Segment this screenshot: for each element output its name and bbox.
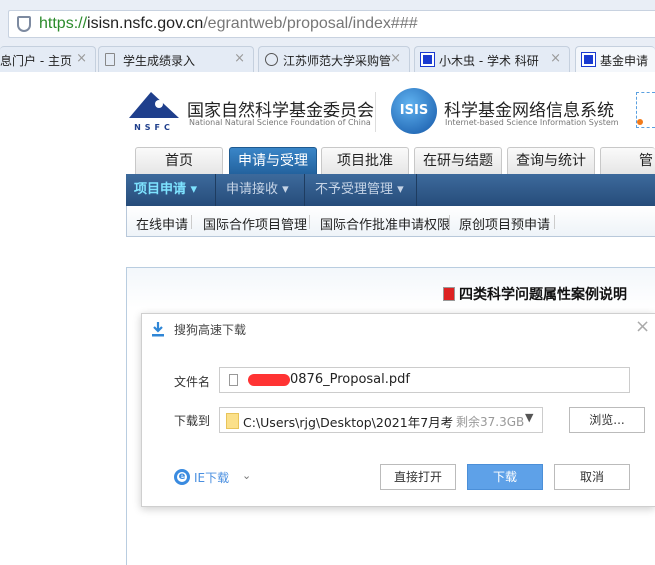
folder-icon — [226, 413, 239, 429]
site-favicon-icon — [581, 52, 596, 67]
link-original-preapply[interactable]: 原创项目预申请 — [459, 214, 550, 233]
sys-name-en: Internet-based Science Information Syste… — [445, 118, 619, 127]
close-icon[interactable]: × — [635, 316, 650, 337]
url-scheme: https:// — [39, 15, 88, 32]
divider — [449, 215, 450, 229]
dialog-title: 搜狗高速下载 — [174, 323, 247, 337]
pdf-link[interactable]: 四类科学问题属性案例说明 — [443, 284, 627, 304]
subnav-bar: 项目申请 ▾ 申请接收 ▾ 不予受理管理 ▾ — [126, 174, 655, 206]
free-space: 剩余37.3GB — [456, 415, 525, 429]
address-bar[interactable]: https://isisn.nsfc.gov.cn/egrantweb/prop… — [8, 10, 655, 38]
ie-download-link[interactable]: IE下载 — [194, 469, 229, 486]
browser-tab[interactable]: 息门户 - 主页 × — [0, 46, 96, 72]
file-icon — [229, 374, 238, 386]
open-button[interactable]: 直接打开 — [380, 464, 456, 490]
site-favicon-icon — [420, 52, 435, 67]
tab-label: 江苏师范大学采购管 — [283, 54, 392, 68]
divider — [191, 215, 192, 229]
subnav-item-reject-manage[interactable]: 不予受理管理 ▾ — [305, 174, 417, 206]
browser-chrome: https://isisn.nsfc.gov.cn/egrantweb/prop… — [0, 0, 655, 72]
divider — [375, 92, 376, 132]
nav-tab-home[interactable]: 首页 — [135, 147, 223, 174]
url-host: isisn.nsfc.gov.cn — [87, 15, 204, 32]
subnav-item-receive[interactable]: 申请接收 ▾ — [216, 174, 305, 206]
filename-label: 文件名 — [174, 375, 211, 389]
saveto-label: 下载到 — [174, 414, 211, 428]
filename-input[interactable]: 0876_Proposal.pdf — [219, 367, 630, 393]
page-icon — [105, 53, 115, 66]
browser-tab[interactable]: 学生成绩录入 × — [98, 46, 254, 72]
tab-label: 学生成绩录入 — [123, 54, 196, 68]
nav-tab-research[interactable]: 在研与结题 — [414, 147, 502, 174]
download-dialog: 搜狗高速下载 × 文件名 0876_Proposal.pdf 下载到 C:\Us… — [141, 313, 655, 507]
close-icon[interactable]: × — [550, 51, 561, 66]
subsubnav-bar: 在线申请 国际合作项目管理 国际合作批准申请权限 原创项目预申请 — [126, 206, 655, 237]
nav-tab-query[interactable]: 查询与统计 — [507, 147, 595, 174]
nsfc-logo: NSFC — [129, 92, 179, 132]
nav-tab-manage[interactable]: 管 — [600, 147, 655, 174]
org-name-en: National Natural Science Foundation of C… — [189, 118, 371, 127]
nav-tab-application[interactable]: 申请与受理 — [229, 147, 317, 174]
browse-button[interactable]: 浏览... — [569, 407, 645, 433]
svg-text:NSFC: NSFC — [134, 123, 174, 132]
saveto-select[interactable]: C:\Users\rjg\Desktop\2021年7月考试 剩余37.3GB … — [219, 407, 543, 433]
subnav-item-project-apply[interactable]: 项目申请 ▾ — [126, 174, 216, 206]
divider — [554, 215, 555, 229]
link-intl-project[interactable]: 国际合作项目管理 — [203, 214, 307, 233]
close-icon[interactable]: × — [390, 51, 401, 66]
isis-logo: ISIS — [391, 88, 437, 134]
globe-icon — [265, 53, 278, 66]
ie-icon: e — [174, 469, 190, 485]
nav-tab-approval[interactable]: 项目批准 — [321, 147, 409, 174]
download-icon — [152, 322, 164, 337]
url-path: /egrantweb/proposal/index### — [203, 15, 418, 32]
redaction — [248, 374, 290, 386]
cancel-button[interactable]: 取消 — [554, 464, 630, 490]
chevron-down-icon[interactable]: ⌄ — [242, 469, 251, 482]
chevron-down-icon: ▼ — [525, 411, 534, 424]
browser-tab[interactable]: 基金申请 — [575, 46, 655, 72]
link-intl-permission[interactable]: 国际合作批准申请权限 — [320, 214, 450, 233]
tab-label: 基金申请 — [600, 54, 649, 68]
link-online-apply[interactable]: 在线申请 — [136, 214, 188, 233]
close-icon[interactable]: × — [234, 51, 245, 66]
orange-badge — [636, 92, 655, 128]
tab-label: 息门户 - 主页 — [0, 54, 72, 68]
saveto-value: C:\Users\rjg\Desktop\2021年7月考试 — [243, 415, 453, 430]
divider — [309, 215, 310, 229]
browser-tab[interactable]: 江苏师范大学采购管 × — [258, 46, 410, 72]
browser-tab[interactable]: 小木虫 - 学术 科研 × — [414, 46, 570, 72]
shield-icon — [17, 16, 31, 32]
download-button[interactable]: 下载 — [467, 464, 543, 490]
tab-label: 小木虫 - 学术 科研 — [439, 54, 539, 68]
filename-value: 0876_Proposal.pdf — [290, 372, 410, 387]
close-icon[interactable]: × — [76, 51, 87, 66]
pdf-icon — [443, 287, 455, 301]
